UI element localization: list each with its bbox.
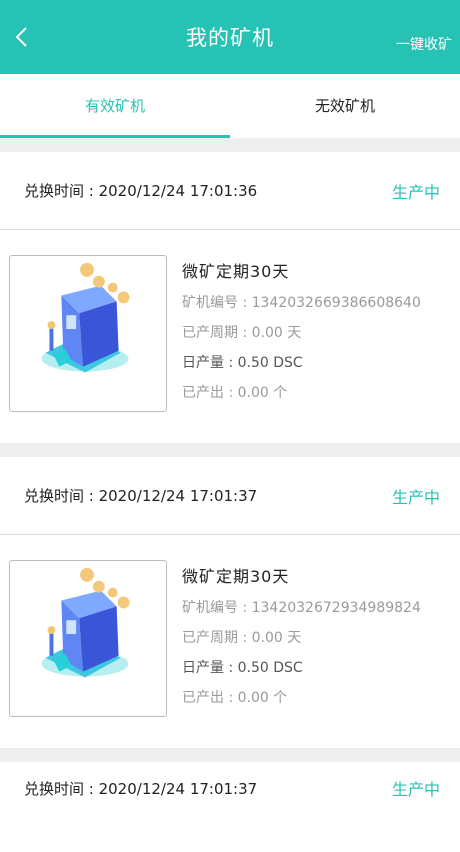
- machine-number: 矿机编号 : 1342032669386608640: [182, 295, 421, 311]
- machine-number: 矿机编号 : 1342032672934989824: [182, 600, 421, 616]
- miner-info: 微矿定期30天 矿机编号 : 1342032672934989824 已产周期 …: [182, 563, 421, 717]
- miner-image: [9, 560, 167, 717]
- produced-period: 已产周期 : 0.00 天: [182, 325, 302, 341]
- miner-image: [9, 255, 167, 412]
- total-produced: 已产出 : 0.00 个: [182, 385, 288, 401]
- miner-info: 微矿定期30天 矿机编号 : 1342032669386608640 已产周期 …: [182, 258, 421, 412]
- daily-output: 日产量 : 0.50 DSC: [182, 355, 303, 371]
- card-header: 兑换时间 : 2020/12/24 17:01:36 生产中: [0, 152, 460, 229]
- tab-bar: 有效矿机 无效矿机: [0, 74, 460, 138]
- card-body[interactable]: 微矿定期30天 矿机编号 : 1342032669386608640 已产周期 …: [0, 230, 460, 443]
- divider: [0, 443, 460, 457]
- status-badge: 生产中: [391, 780, 440, 799]
- divider: [0, 138, 460, 152]
- exchange-time: 兑换时间 : 2020/12/24 17:01:37: [24, 487, 258, 505]
- status-badge: 生产中: [391, 182, 440, 202]
- miner-illustration-icon: [41, 262, 130, 373]
- exchange-time: 兑换时间 : 2020/12/24 17:01:36: [24, 182, 258, 200]
- miner-illustration-icon: [41, 567, 130, 678]
- back-arrow-icon[interactable]: [12, 26, 34, 48]
- exchange-time: 兑换时间 : 2020/12/24 17:01:37: [24, 779, 258, 798]
- miner-name: 微矿定期30天: [182, 567, 290, 586]
- total-produced: 已产出 : 0.00 个: [182, 690, 288, 706]
- produced-period: 已产周期 : 0.00 天: [182, 630, 302, 646]
- divider: [0, 748, 460, 762]
- collect-all-button[interactable]: 一键收矿: [396, 34, 452, 54]
- miner-card: 兑换时间 : 2020/12/24 17:01:37 生产中: [0, 762, 460, 852]
- tab-invalid-miners[interactable]: 无效矿机: [230, 74, 460, 138]
- card-body[interactable]: 微矿定期30天 矿机编号 : 1342032672934989824 已产周期 …: [0, 535, 460, 748]
- daily-output: 日产量 : 0.50 DSC: [182, 660, 303, 676]
- card-header: 兑换时间 : 2020/12/24 17:01:37 生产中: [0, 457, 460, 534]
- miner-card: 兑换时间 : 2020/12/24 17:01:36 生产中 微矿定期30天 矿…: [0, 152, 460, 443]
- page-title: 我的矿机: [186, 26, 274, 50]
- card-header: 兑换时间 : 2020/12/24 17:01:37 生产中: [0, 762, 460, 814]
- miner-card: 兑换时间 : 2020/12/24 17:01:37 生产中 微矿定期30天 矿…: [0, 457, 460, 748]
- status-badge: 生产中: [391, 487, 440, 507]
- app-header: 我的矿机 一键收矿: [0, 0, 460, 74]
- tab-valid-miners[interactable]: 有效矿机: [0, 74, 230, 138]
- miner-name: 微矿定期30天: [182, 262, 290, 281]
